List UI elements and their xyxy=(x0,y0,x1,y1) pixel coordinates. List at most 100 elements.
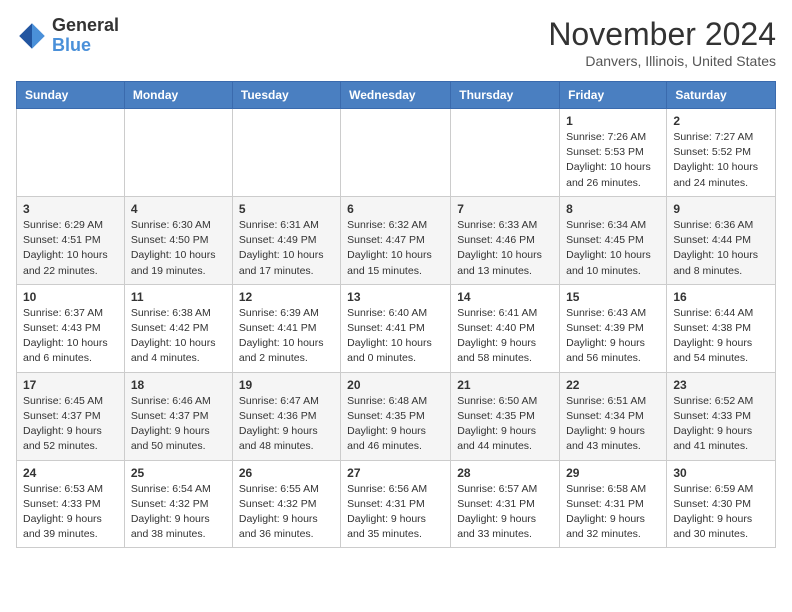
calendar-cell: 17 Sunrise: 6:45 AM Sunset: 4:37 PM Dayli… xyxy=(17,372,125,460)
calendar-cell: 5 Sunrise: 6:31 AM Sunset: 4:49 PM Daylig… xyxy=(232,196,340,284)
calendar-cell: 14 Sunrise: 6:41 AM Sunset: 4:40 PM Dayli… xyxy=(451,284,560,372)
day-info: Sunrise: 6:58 AM Sunset: 4:31 PM Dayligh… xyxy=(566,482,660,543)
day-number: 21 xyxy=(457,378,553,392)
calendar-week-5: 24 Sunrise: 6:53 AM Sunset: 4:33 PM Dayli… xyxy=(17,460,776,548)
calendar-cell: 6 Sunrise: 6:32 AM Sunset: 4:47 PM Daylig… xyxy=(341,196,451,284)
day-info: Sunrise: 6:29 AM Sunset: 4:51 PM Dayligh… xyxy=(23,218,118,279)
day-number: 23 xyxy=(673,378,769,392)
calendar-cell: 23Sunrise: 6:52 AM Sunset: 4:33 PM Dayli… xyxy=(667,372,776,460)
day-number: 22 xyxy=(566,378,660,392)
calendar-cell: 28 Sunrise: 6:57 AM Sunset: 4:31 PM Dayli… xyxy=(451,460,560,548)
calendar-cell: 18 Sunrise: 6:46 AM Sunset: 4:37 PM Dayli… xyxy=(124,372,232,460)
day-number: 2 xyxy=(673,114,769,128)
calendar-cell: 27 Sunrise: 6:56 AM Sunset: 4:31 PM Dayli… xyxy=(341,460,451,548)
day-header-saturday: Saturday xyxy=(667,82,776,109)
day-number: 18 xyxy=(131,378,226,392)
day-info: Sunrise: 6:32 AM Sunset: 4:47 PM Dayligh… xyxy=(347,218,444,279)
day-number: 29 xyxy=(566,466,660,480)
day-number: 20 xyxy=(347,378,444,392)
calendar-cell: 1 Sunrise: 7:26 AM Sunset: 5:53 PM Daylig… xyxy=(560,109,667,197)
day-info: Sunrise: 6:36 AM Sunset: 4:44 PM Dayligh… xyxy=(673,218,769,279)
calendar-cell: 19Sunrise: 6:47 AM Sunset: 4:36 PM Dayli… xyxy=(232,372,340,460)
day-number: 5 xyxy=(239,202,334,216)
day-info: Sunrise: 6:38 AM Sunset: 4:42 PM Dayligh… xyxy=(131,306,226,367)
day-number: 7 xyxy=(457,202,553,216)
day-header-sunday: Sunday xyxy=(17,82,125,109)
day-number: 27 xyxy=(347,466,444,480)
calendar-cell: 25Sunrise: 6:54 AM Sunset: 4:32 PM Dayli… xyxy=(124,460,232,548)
day-number: 30 xyxy=(673,466,769,480)
day-info: Sunrise: 6:57 AM Sunset: 4:31 PM Dayligh… xyxy=(457,482,553,543)
calendar: SundayMondayTuesdayWednesdayThursdayFrid… xyxy=(16,81,776,548)
day-info: Sunrise: 6:44 AM Sunset: 4:38 PM Dayligh… xyxy=(673,306,769,367)
day-info: Sunrise: 6:55 AM Sunset: 4:32 PM Dayligh… xyxy=(239,482,334,543)
day-info: Sunrise: 6:37 AM Sunset: 4:43 PM Dayligh… xyxy=(23,306,118,367)
day-number: 11 xyxy=(131,290,226,304)
day-number: 10 xyxy=(23,290,118,304)
day-info: Sunrise: 7:27 AM Sunset: 5:52 PM Dayligh… xyxy=(673,130,769,191)
day-number: 28 xyxy=(457,466,553,480)
calendar-cell: 3 Sunrise: 6:29 AM Sunset: 4:51 PM Daylig… xyxy=(17,196,125,284)
day-number: 14 xyxy=(457,290,553,304)
calendar-cell xyxy=(124,109,232,197)
day-header-thursday: Thursday xyxy=(451,82,560,109)
day-number: 12 xyxy=(239,290,334,304)
day-info: Sunrise: 7:26 AM Sunset: 5:53 PM Dayligh… xyxy=(566,130,660,191)
calendar-cell: 2 Sunrise: 7:27 AM Sunset: 5:52 PM Daylig… xyxy=(667,109,776,197)
day-number: 16 xyxy=(673,290,769,304)
calendar-cell xyxy=(232,109,340,197)
day-header-monday: Monday xyxy=(124,82,232,109)
day-number: 25 xyxy=(131,466,226,480)
day-number: 17 xyxy=(23,378,118,392)
day-info: Sunrise: 6:53 AM Sunset: 4:33 PM Dayligh… xyxy=(23,482,118,543)
day-info: Sunrise: 6:46 AM Sunset: 4:37 PM Dayligh… xyxy=(131,394,226,455)
day-number: 26 xyxy=(239,466,334,480)
day-number: 6 xyxy=(347,202,444,216)
logo-text: General Blue xyxy=(52,16,119,56)
day-info: Sunrise: 6:45 AM Sunset: 4:37 PM Dayligh… xyxy=(23,394,118,455)
day-info: Sunrise: 6:50 AM Sunset: 4:35 PM Dayligh… xyxy=(457,394,553,455)
calendar-cell: 8 Sunrise: 6:34 AM Sunset: 4:45 PM Daylig… xyxy=(560,196,667,284)
day-number: 24 xyxy=(23,466,118,480)
calendar-week-4: 17 Sunrise: 6:45 AM Sunset: 4:37 PM Dayli… xyxy=(17,372,776,460)
day-info: Sunrise: 6:47 AM Sunset: 4:36 PM Dayligh… xyxy=(239,394,334,455)
day-number: 13 xyxy=(347,290,444,304)
month-title: November 2024 xyxy=(548,16,776,53)
calendar-cell: 21 Sunrise: 6:50 AM Sunset: 4:35 PM Dayli… xyxy=(451,372,560,460)
day-header-tuesday: Tuesday xyxy=(232,82,340,109)
calendar-cell: 22 Sunrise: 6:51 AM Sunset: 4:34 PM Dayli… xyxy=(560,372,667,460)
calendar-cell: 9Sunrise: 6:36 AM Sunset: 4:44 PM Daylig… xyxy=(667,196,776,284)
calendar-cell: 24 Sunrise: 6:53 AM Sunset: 4:33 PM Dayli… xyxy=(17,460,125,548)
calendar-cell xyxy=(17,109,125,197)
calendar-cell: 4Sunrise: 6:30 AM Sunset: 4:50 PM Daylig… xyxy=(124,196,232,284)
day-number: 3 xyxy=(23,202,118,216)
day-number: 1 xyxy=(566,114,660,128)
calendar-cell: 29 Sunrise: 6:58 AM Sunset: 4:31 PM Dayli… xyxy=(560,460,667,548)
calendar-cell: 15Sunrise: 6:43 AM Sunset: 4:39 PM Dayli… xyxy=(560,284,667,372)
day-info: Sunrise: 6:30 AM Sunset: 4:50 PM Dayligh… xyxy=(131,218,226,279)
calendar-cell xyxy=(341,109,451,197)
calendar-header-row: SundayMondayTuesdayWednesdayThursdayFrid… xyxy=(17,82,776,109)
day-info: Sunrise: 6:40 AM Sunset: 4:41 PM Dayligh… xyxy=(347,306,444,367)
title-block: November 2024 Danvers, Illinois, United … xyxy=(548,16,776,69)
day-info: Sunrise: 6:48 AM Sunset: 4:35 PM Dayligh… xyxy=(347,394,444,455)
calendar-cell xyxy=(451,109,560,197)
calendar-cell: 26 Sunrise: 6:55 AM Sunset: 4:32 PM Dayli… xyxy=(232,460,340,548)
day-info: Sunrise: 6:39 AM Sunset: 4:41 PM Dayligh… xyxy=(239,306,334,367)
calendar-cell: 7Sunrise: 6:33 AM Sunset: 4:46 PM Daylig… xyxy=(451,196,560,284)
calendar-cell: 20 Sunrise: 6:48 AM Sunset: 4:35 PM Dayli… xyxy=(341,372,451,460)
day-header-wednesday: Wednesday xyxy=(341,82,451,109)
day-info: Sunrise: 6:56 AM Sunset: 4:31 PM Dayligh… xyxy=(347,482,444,543)
day-info: Sunrise: 6:43 AM Sunset: 4:39 PM Dayligh… xyxy=(566,306,660,367)
calendar-cell: 30Sunrise: 6:59 AM Sunset: 4:30 PM Dayli… xyxy=(667,460,776,548)
calendar-cell: 10 Sunrise: 6:37 AM Sunset: 4:43 PM Dayli… xyxy=(17,284,125,372)
day-info: Sunrise: 6:31 AM Sunset: 4:49 PM Dayligh… xyxy=(239,218,334,279)
calendar-week-1: 1 Sunrise: 7:26 AM Sunset: 5:53 PM Daylig… xyxy=(17,109,776,197)
day-info: Sunrise: 6:41 AM Sunset: 4:40 PM Dayligh… xyxy=(457,306,553,367)
location: Danvers, Illinois, United States xyxy=(548,53,776,69)
page-header: General Blue November 2024 Danvers, Illi… xyxy=(16,16,776,69)
day-info: Sunrise: 6:34 AM Sunset: 4:45 PM Dayligh… xyxy=(566,218,660,279)
day-info: Sunrise: 6:51 AM Sunset: 4:34 PM Dayligh… xyxy=(566,394,660,455)
calendar-cell: 13 Sunrise: 6:40 AM Sunset: 4:41 PM Dayli… xyxy=(341,284,451,372)
day-number: 8 xyxy=(566,202,660,216)
